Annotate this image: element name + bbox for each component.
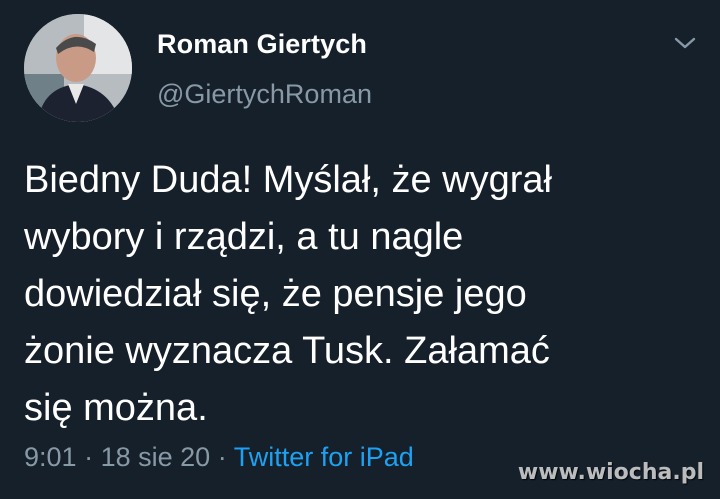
tweet-card: Roman Giertych @GiertychRoman Biedny Dud… (0, 0, 720, 499)
meta-separator: · (217, 442, 227, 472)
author-handle[interactable]: @GiertychRoman (157, 77, 372, 111)
chevron-down-icon[interactable] (670, 28, 700, 58)
tweet-text-line: się można. (24, 387, 208, 429)
tweet-text-line: żonie wyznacza Tusk. Załamać (24, 330, 550, 372)
tweet-source-link[interactable]: Twitter for iPad (234, 442, 414, 472)
author-display-name[interactable]: Roman Giertych (157, 27, 367, 61)
tweet-time[interactable]: 9:01 (24, 442, 77, 472)
tweet-text-line: wybory i rządzi, a tu nagle (24, 216, 464, 258)
tweet-date[interactable]: 18 sie 20 (101, 442, 211, 472)
profile-photo (24, 14, 132, 122)
tweet-text-line: dowiedział się, że pensje jego (24, 273, 527, 315)
tweet-text: Biedny Duda! Myślał, że wygrał wybory i … (24, 152, 694, 437)
tweet-text-line: Biedny Duda! Myślał, że wygrał (24, 159, 552, 201)
avatar[interactable] (24, 14, 132, 122)
watermark: www.wiocha.pl (517, 460, 704, 485)
tweet-meta: 9:01 · 18 sie 20 · Twitter for iPad (24, 440, 414, 474)
meta-separator: · (84, 442, 94, 472)
